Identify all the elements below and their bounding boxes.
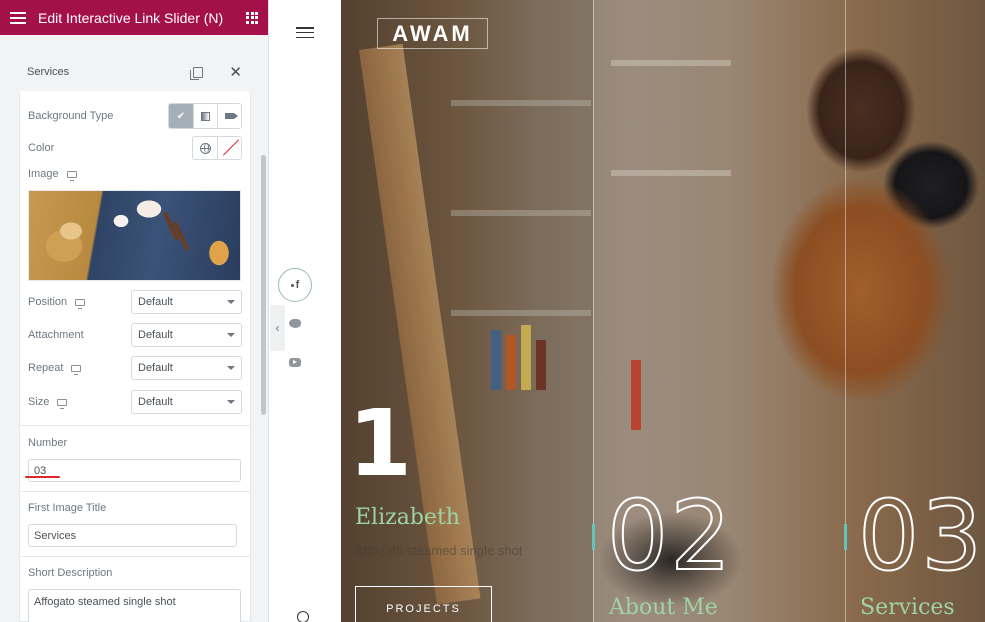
projects-button[interactable]: PROJECTS — [355, 586, 492, 622]
responsive-desktop-icon[interactable] — [71, 364, 82, 375]
slide-3-number: 03 — [857, 480, 985, 592]
slide-1-description: Affogato steamed single shot — [355, 543, 523, 558]
slide-1-number: 1 — [348, 390, 413, 497]
classic-brush-icon[interactable]: ✔ — [169, 104, 193, 128]
position-label: Position — [28, 296, 68, 308]
responsive-desktop-icon[interactable] — [57, 398, 68, 409]
attachment-select-value: Default — [138, 329, 173, 341]
attachment-select[interactable]: Default — [131, 323, 242, 347]
chevron-down-icon — [227, 333, 235, 337]
repeat-control: Repeat Default — [28, 356, 242, 380]
position-select-value: Default — [138, 296, 173, 308]
size-select[interactable]: Default — [131, 390, 242, 414]
hamburger-menu-icon[interactable] — [296, 27, 314, 38]
panel-title: Edit Interactive Link Slider (N) — [38, 9, 224, 26]
color-label: Color — [28, 142, 55, 154]
number-label: Number — [28, 437, 68, 449]
slide-2-title[interactable]: About Me — [609, 595, 718, 620]
background-type-control: Background Type ✔ — [28, 103, 242, 129]
twitter-icon[interactable] — [278, 306, 312, 340]
short-description-textarea[interactable]: Affogato steamed single shot — [28, 589, 241, 622]
close-icon[interactable]: ✕ — [229, 65, 242, 80]
attachment-label: Attachment — [28, 329, 84, 341]
panel-scrollbar[interactable] — [261, 155, 266, 415]
chevron-down-icon — [227, 366, 235, 370]
slide-2-indicator — [592, 524, 595, 550]
circle-icon — [297, 611, 309, 622]
number-input[interactable]: 03 — [28, 459, 241, 482]
gradient-icon[interactable] — [193, 104, 217, 128]
chevron-down-icon — [227, 400, 235, 404]
video-icon[interactable] — [217, 104, 241, 128]
position-select[interactable]: Default — [131, 290, 242, 314]
site-logo[interactable]: AWAM — [377, 18, 488, 49]
background-type-label: Background Type — [28, 110, 114, 122]
attachment-control: Attachment Default — [28, 323, 242, 347]
background-type-switch: ✔ — [168, 103, 242, 129]
size-select-value: Default — [138, 396, 173, 408]
slide-3-title[interactable]: Services — [860, 595, 955, 620]
short-description-label: Short Description — [28, 567, 113, 579]
slide-1-title[interactable]: Elizabeth — [355, 505, 460, 530]
chevron-down-icon — [227, 300, 235, 304]
repeater-item-controls: Background Type ✔ Color Image Position D… — [19, 91, 251, 622]
repeat-select[interactable]: Default — [131, 356, 242, 380]
size-label: Size — [28, 396, 50, 408]
responsive-desktop-icon[interactable] — [66, 170, 77, 181]
color-picker — [192, 136, 242, 160]
global-colors-icon[interactable] — [193, 137, 217, 159]
youtube-icon[interactable] — [278, 345, 312, 379]
position-control: Position Default — [28, 290, 242, 314]
duplicate-icon[interactable] — [190, 66, 204, 80]
image-label: Image — [28, 168, 59, 180]
red-underline-annotation — [25, 476, 60, 478]
divider — [20, 491, 250, 492]
size-control: Size Default — [28, 390, 242, 414]
editor-panel: Edit Interactive Link Slider (N) Service… — [0, 0, 269, 622]
slide-3-indicator — [844, 524, 847, 550]
repeat-select-value: Default — [138, 362, 173, 374]
image-control: Image — [28, 168, 242, 181]
repeater-item-title: Services — [27, 66, 70, 78]
widgets-grid-icon[interactable] — [246, 11, 258, 24]
facebook-icon[interactable]: f — [278, 268, 312, 302]
first-image-title-label: First Image Title — [28, 502, 107, 514]
slide-2-number: 02 — [606, 480, 734, 592]
repeat-label: Repeat — [28, 362, 64, 374]
divider — [20, 425, 250, 426]
repeater-item-header[interactable]: Services ✕ — [0, 53, 268, 91]
color-control: Color — [28, 136, 242, 160]
page-side-strip: ‹ f — [269, 0, 341, 622]
image-preview[interactable] — [28, 190, 241, 281]
color-swatch[interactable] — [217, 137, 241, 159]
menu-icon[interactable] — [10, 11, 26, 24]
responsive-desktop-icon[interactable] — [75, 298, 86, 309]
panel-header: Edit Interactive Link Slider (N) — [0, 0, 268, 35]
first-image-title-input[interactable]: Services — [28, 524, 237, 547]
divider — [20, 556, 250, 557]
